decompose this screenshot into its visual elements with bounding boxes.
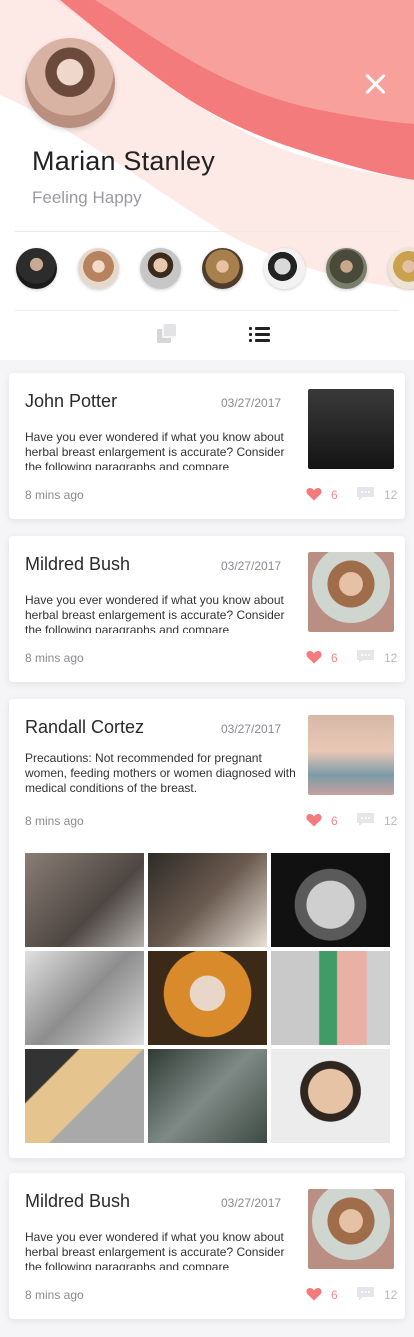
grid-view-icon[interactable]	[157, 323, 179, 347]
comment-icon[interactable]	[356, 486, 375, 501]
comment-icon[interactable]	[356, 812, 375, 827]
close-icon[interactable]	[362, 70, 390, 98]
story-avatar[interactable]	[388, 248, 414, 289]
post-card[interactable]: John Potter 03/27/2017 Have you ever won…	[9, 373, 405, 519]
post-time: 8 mins ago	[25, 1288, 84, 1302]
post-card[interactable]: Mildred Bush 03/27/2017 Have you ever wo…	[9, 1173, 405, 1319]
post-author[interactable]: John Potter	[25, 391, 117, 412]
gallery-photo[interactable]	[148, 1049, 267, 1143]
post-time: 8 mins ago	[25, 814, 84, 828]
gallery-photo[interactable]	[25, 951, 144, 1045]
heart-icon[interactable]	[306, 487, 322, 501]
post-thumbnail[interactable]	[308, 389, 394, 469]
like-count: 6	[331, 814, 338, 828]
story-avatar[interactable]	[202, 248, 243, 289]
comment-count: 12	[384, 1288, 398, 1302]
photo-gallery	[25, 853, 390, 1143]
gallery-photo[interactable]	[271, 951, 390, 1045]
post-thumbnail[interactable]	[308, 552, 394, 632]
post-text: Have you ever wondered if what you know …	[25, 593, 285, 633]
like-count: 6	[331, 651, 338, 665]
post-date: 03/27/2017	[221, 1196, 282, 1210]
post-date: 03/27/2017	[221, 396, 282, 410]
story-avatar[interactable]	[78, 248, 119, 289]
post-date: 03/27/2017	[221, 559, 282, 573]
profile-name: Marian Stanley	[32, 146, 215, 176]
post-time: 8 mins ago	[25, 651, 84, 665]
comment-icon[interactable]	[356, 1286, 375, 1301]
post-card[interactable]: Mildred Bush 03/27/2017 Have you ever wo…	[9, 536, 405, 682]
post-text: Have you ever wondered if what you know …	[25, 430, 285, 470]
comment-count: 12	[384, 488, 398, 502]
story-avatar[interactable]	[326, 248, 367, 289]
list-view-icon[interactable]	[249, 323, 271, 347]
divider	[15, 310, 399, 311]
post-text: Have you ever wondered if what you know …	[25, 1230, 285, 1270]
post-card[interactable]: Randall Cortez 03/27/2017 Precautions: N…	[9, 699, 405, 1158]
like-count: 6	[331, 1288, 338, 1302]
comment-count: 12	[384, 651, 398, 665]
post-author[interactable]: Mildred Bush	[25, 554, 130, 575]
story-avatar[interactable]	[264, 248, 305, 289]
like-count: 6	[331, 488, 338, 502]
story-avatars	[16, 248, 414, 289]
post-thumbnail[interactable]	[308, 1189, 394, 1269]
post-text: Precautions: Not recommended for pregnan…	[25, 751, 296, 795]
heart-icon[interactable]	[306, 1287, 322, 1301]
post-author[interactable]: Mildred Bush	[25, 1191, 130, 1212]
profile-status: Feeling Happy	[32, 188, 142, 207]
post-author[interactable]: Randall Cortez	[25, 717, 144, 738]
comment-icon[interactable]	[356, 649, 375, 664]
post-time: 8 mins ago	[25, 488, 84, 502]
gallery-photo[interactable]	[148, 951, 267, 1045]
gallery-photo[interactable]	[148, 853, 267, 947]
comment-count: 12	[384, 814, 398, 828]
heart-icon[interactable]	[306, 650, 322, 664]
gallery-photo[interactable]	[271, 853, 390, 947]
story-avatar[interactable]	[140, 248, 181, 289]
gallery-photo[interactable]	[271, 1049, 390, 1143]
divider	[15, 231, 399, 232]
heart-icon[interactable]	[306, 813, 322, 827]
post-date: 03/27/2017	[221, 722, 282, 736]
gallery-photo[interactable]	[25, 853, 144, 947]
profile-avatar[interactable]	[25, 38, 115, 128]
story-avatar[interactable]	[16, 248, 57, 289]
post-thumbnail[interactable]	[308, 715, 394, 795]
gallery-photo[interactable]	[25, 1049, 144, 1143]
